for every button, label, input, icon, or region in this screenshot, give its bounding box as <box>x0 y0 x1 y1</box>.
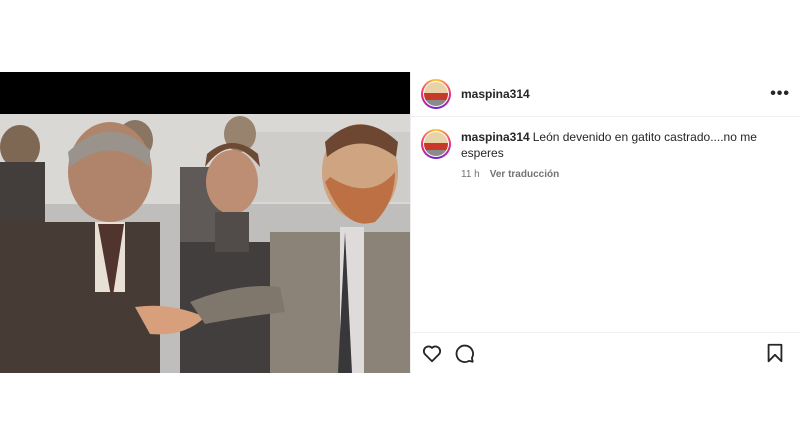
comment-icon[interactable] <box>453 342 475 364</box>
comment-list: maspina314 León devenido en gatito castra… <box>411 117 800 183</box>
action-bar <box>411 332 800 373</box>
avatar[interactable] <box>421 129 451 159</box>
caption-username[interactable]: maspina314 <box>461 130 530 144</box>
heart-icon[interactable] <box>421 342 443 364</box>
post-header: maspina314 ••• <box>411 72 800 117</box>
post-photo[interactable] <box>0 72 410 373</box>
see-translation-button[interactable]: Ver traducción <box>490 167 559 183</box>
post-timestamp[interactable]: 11 h <box>461 167 480 183</box>
more-options-icon[interactable]: ••• <box>770 86 790 102</box>
avatar[interactable] <box>421 79 451 109</box>
post-sidebar: maspina314 ••• maspina314 León devenido e… <box>410 72 800 373</box>
bookmark-icon[interactable] <box>764 342 786 364</box>
instagram-post: maspina314 ••• maspina314 León devenido e… <box>0 72 800 373</box>
photo-handshake <box>0 72 410 373</box>
caption-comment: maspina314 León devenido en gatito castra… <box>421 129 790 183</box>
post-username[interactable]: maspina314 <box>461 87 530 101</box>
